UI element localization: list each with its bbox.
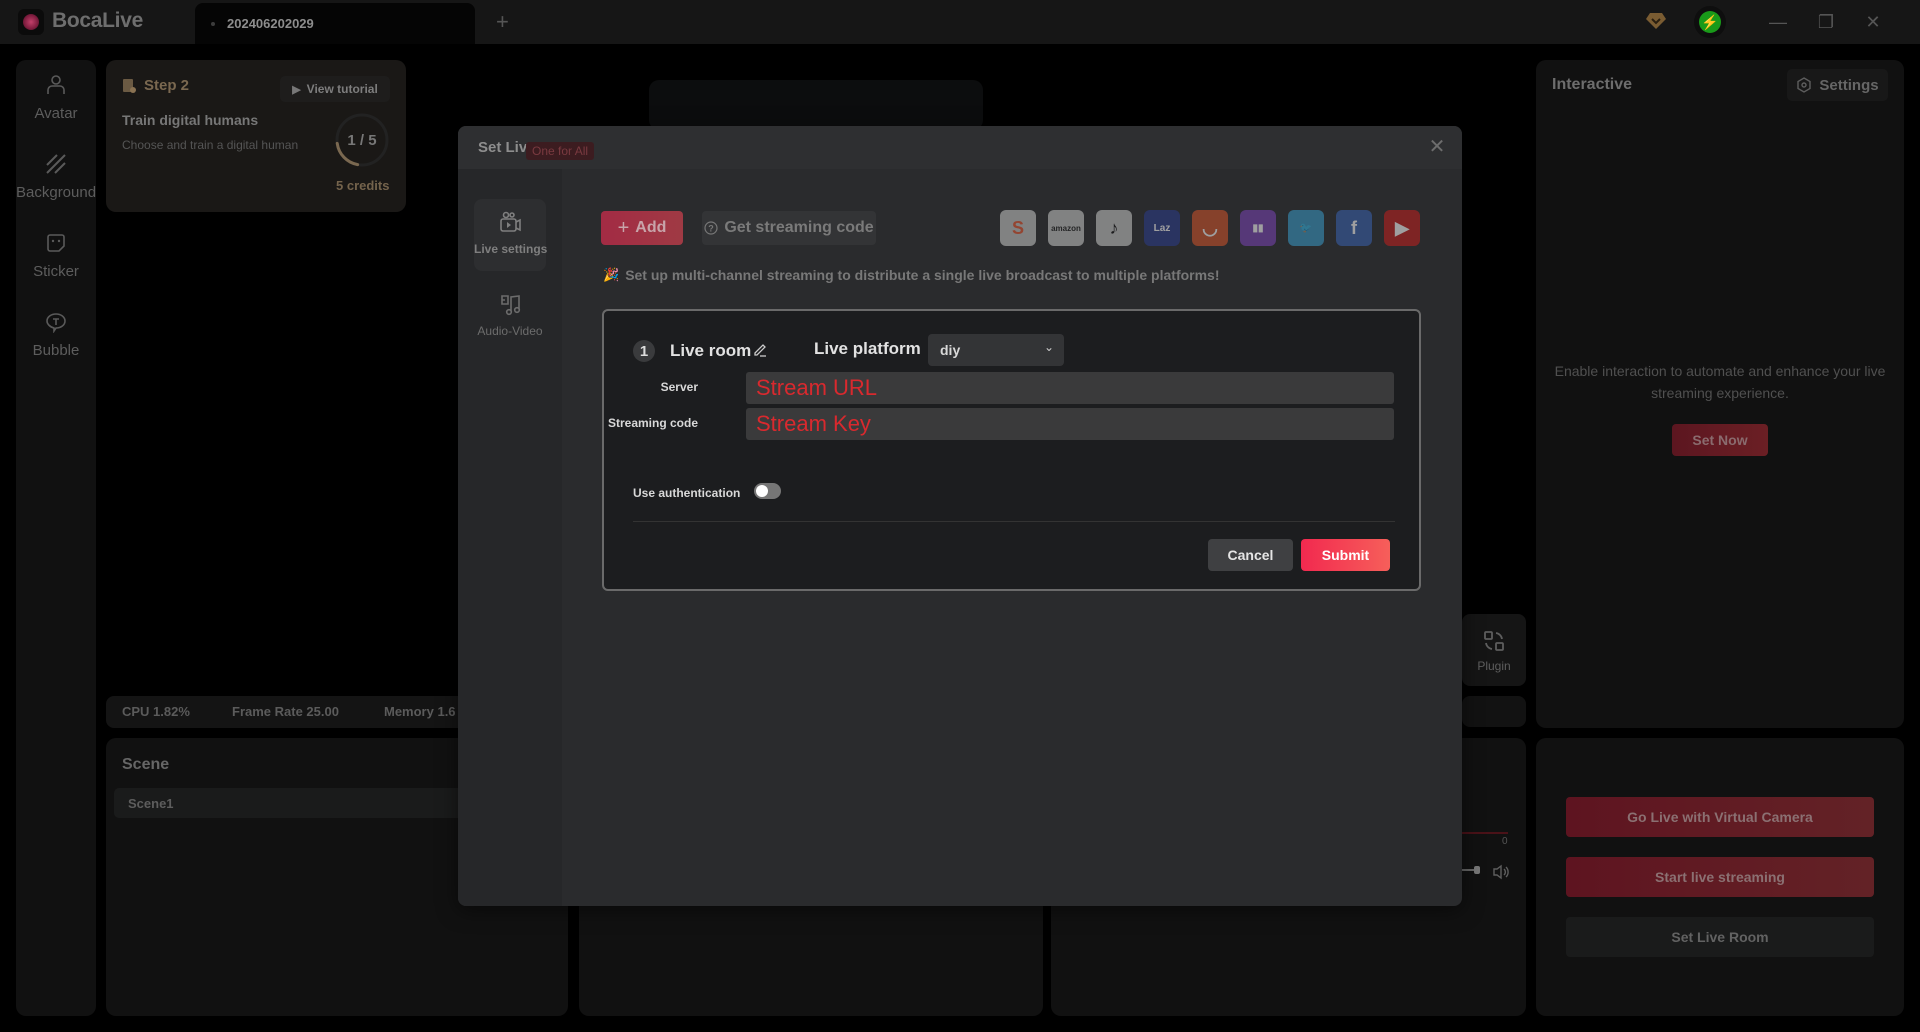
app-logo-icon xyxy=(18,9,44,35)
app-title: BocaLive xyxy=(52,9,143,32)
interactive-description: Enable interaction to automate and enhan… xyxy=(1554,363,1886,401)
platform-aliexpress-icon[interactable]: ◡ xyxy=(1192,210,1228,246)
streaming-code-label: Streaming code xyxy=(607,416,698,430)
dialog-close-button[interactable]: ✕ xyxy=(1424,134,1450,160)
nav-audio-video[interactable]: Audio-Video xyxy=(474,281,546,353)
platform-twitter-icon[interactable]: 🐦 xyxy=(1288,210,1324,246)
submit-button[interactable]: Submit xyxy=(1301,539,1390,571)
onboarding-step-card: Step 2 ▶ View tutorial Train digital hum… xyxy=(106,60,406,212)
gear-icon xyxy=(1797,77,1812,93)
task-title: Train digital humans xyxy=(122,112,259,128)
use-authentication-label: Use authentication xyxy=(633,486,741,500)
get-streaming-code-button[interactable]: ? Get streaming code xyxy=(702,211,876,245)
platform-youtube-icon[interactable]: ▶ xyxy=(1384,210,1420,246)
volume-slider[interactable] xyxy=(1462,866,1482,874)
audio-level-meter xyxy=(1462,832,1508,834)
go-live-virtual-camera-button[interactable]: Go Live with Virtual Camera xyxy=(1566,797,1874,837)
task-description: Choose and train a digital human xyxy=(122,138,299,152)
tab-project[interactable]: 202406202029 xyxy=(195,3,475,44)
window-close-button[interactable]: ✕ xyxy=(1861,10,1885,34)
vip-diamond-icon[interactable] xyxy=(1646,12,1666,30)
add-live-room-button[interactable]: + Add xyxy=(601,211,683,245)
server-url-input[interactable] xyxy=(746,372,1394,404)
divider xyxy=(633,521,1395,522)
tool-rail: Avatar Background Sticker Bubble xyxy=(16,60,96,1016)
edit-pencil-icon[interactable] xyxy=(752,342,768,358)
progress-text: 1 / 5 xyxy=(347,131,377,149)
new-tab-button[interactable]: + xyxy=(496,9,509,35)
room-number-badge: 1 xyxy=(633,340,655,362)
plus-icon: + xyxy=(617,216,630,239)
party-popper-icon: 🎉 xyxy=(603,267,620,282)
rail-item-sticker[interactable]: Sticker xyxy=(16,232,96,280)
live-settings-icon xyxy=(500,211,521,232)
preview-area xyxy=(649,80,983,130)
play-icon: ▶ xyxy=(292,83,301,96)
stream-key-input[interactable] xyxy=(746,408,1394,440)
start-live-streaming-button[interactable]: Start live streaming xyxy=(1566,857,1874,897)
bubble-icon xyxy=(46,313,66,334)
tab-status-dot xyxy=(211,22,215,26)
multi-channel-hint: 🎉 Set up multi-channel streaming to dist… xyxy=(603,267,1220,283)
restore-button[interactable]: ❐ xyxy=(1814,10,1838,34)
set-live-room-dialog: Set Live Room ✕ Live settings Audio-Vide… xyxy=(458,126,1462,906)
title-bar: BocaLive 202406202029 + ⚡ — ❐ ✕ xyxy=(0,0,1920,44)
one-for-all-badge: One for All xyxy=(526,142,595,160)
avatar-icon xyxy=(47,75,65,94)
platform-shopee-icon[interactable]: S xyxy=(1000,210,1036,246)
cancel-button[interactable]: Cancel xyxy=(1208,539,1293,571)
credits-label: 5 credits xyxy=(336,178,390,193)
scene-title: Scene xyxy=(122,756,170,773)
set-live-room-button[interactable]: Set Live Room xyxy=(1566,917,1874,957)
step-title: Step 2 xyxy=(122,77,189,94)
live-platform-select[interactable]: diy ⌄ xyxy=(928,334,1064,366)
audio-video-icon xyxy=(501,295,521,316)
platform-twitch-icon[interactable]: ▮▮ xyxy=(1240,210,1276,246)
rail-item-avatar[interactable]: Avatar xyxy=(16,74,96,122)
tab-label: 202406202029 xyxy=(227,16,314,31)
view-tutorial-button[interactable]: ▶ View tutorial xyxy=(280,76,390,102)
platform-amazon-icon[interactable]: amazon xyxy=(1048,210,1084,246)
chevron-down-icon: ⌄ xyxy=(1043,340,1054,354)
server-label: Server xyxy=(660,380,698,394)
plugin-bar xyxy=(1462,696,1526,727)
platform-lazada-icon[interactable]: Laz xyxy=(1144,210,1180,246)
set-now-button[interactable]: Set Now xyxy=(1672,424,1768,456)
interactive-title: Interactive xyxy=(1552,76,1633,93)
live-platform-label: Live platform xyxy=(814,339,921,358)
boost-icon[interactable]: ⚡ xyxy=(1694,6,1726,38)
interactive-settings-button[interactable]: Settings xyxy=(1787,69,1888,101)
cpu-stat: CPU 1.82% xyxy=(122,704,190,719)
platform-facebook-icon[interactable]: f xyxy=(1336,210,1372,246)
help-circle-icon: ? xyxy=(704,221,718,235)
dialog-nav: Live settings Audio-Video xyxy=(458,169,562,906)
dialog-header: Set Live Room ✕ xyxy=(458,126,1462,169)
svg-text:?: ? xyxy=(709,224,715,234)
rail-item-background[interactable]: Background xyxy=(16,153,96,201)
plugin-icon xyxy=(1484,631,1504,651)
platform-tiktok-icon[interactable]: ♪ xyxy=(1096,210,1132,246)
live-actions-panel: Go Live with Virtual Camera Start live s… xyxy=(1536,738,1904,1016)
background-icon xyxy=(46,154,66,174)
audio-meter-label: 0 xyxy=(1502,836,1508,847)
live-room-label: Live room xyxy=(670,341,752,360)
memory-stat: Memory 1.6 xyxy=(384,704,456,719)
live-room-card: 1 Live room Live platform diy ⌄ Server S… xyxy=(602,309,1421,591)
plugin-button[interactable]: Plugin xyxy=(1462,614,1526,686)
task-list-icon xyxy=(123,78,136,93)
interactive-panel: Interactive Settings Enable interaction … xyxy=(1536,60,1904,728)
frame-rate-stat: Frame Rate 25.00 xyxy=(232,704,339,719)
sticker-icon xyxy=(47,234,65,252)
rail-item-bubble[interactable]: Bubble xyxy=(16,311,96,359)
nav-live-settings[interactable]: Live settings xyxy=(474,199,547,271)
minimize-button[interactable]: — xyxy=(1766,10,1790,34)
use-authentication-toggle[interactable] xyxy=(754,483,781,499)
speaker-icon[interactable] xyxy=(1492,864,1510,880)
